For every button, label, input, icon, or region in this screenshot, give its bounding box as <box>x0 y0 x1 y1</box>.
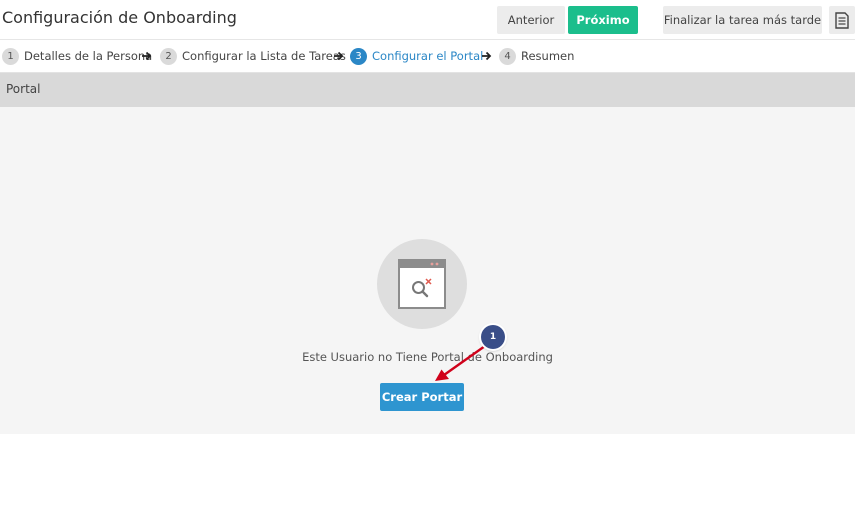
section-header: Portal <box>0 73 855 107</box>
step-number: 2 <box>160 47 177 65</box>
step-number: 3 <box>350 47 367 65</box>
empty-state-illustration <box>377 239 467 329</box>
wizard-steps: 1 Detalles de la Persona 2 Configurar la… <box>0 40 855 73</box>
step-label: Configurar la Lista de Tareas <box>182 49 346 63</box>
step-person-details[interactable]: 1 Detalles de la Persona <box>2 40 152 72</box>
section-title: Portal <box>6 82 41 96</box>
arrow-right-icon <box>142 51 152 61</box>
create-portal-button[interactable]: Crear Portar <box>380 383 464 411</box>
finish-later-button[interactable]: Finalizar la tarea más tarde <box>663 6 822 34</box>
arrow-right-icon <box>482 51 492 61</box>
step-marker-badge: 1 <box>481 325 505 349</box>
next-button[interactable]: Próximo <box>568 6 638 34</box>
previous-button[interactable]: Anterior <box>497 6 565 34</box>
arrow-right-icon <box>334 51 344 61</box>
page-title: Configuración de Onboarding <box>2 8 237 27</box>
step-number: 1 <box>2 47 19 65</box>
step-configure-portal[interactable]: 3 Configurar el Portal <box>347 40 488 72</box>
step-label: Detalles de la Persona <box>24 49 153 63</box>
empty-state-message: Este Usuario no Tiene Portal de Onboardi… <box>302 350 553 364</box>
document-icon[interactable] <box>829 6 855 34</box>
header: Configuración de Onboarding Anterior Pró… <box>0 0 855 40</box>
step-label: Configurar el Portal <box>372 49 484 63</box>
step-number: 4 <box>499 47 516 65</box>
portal-search-icon <box>398 259 446 309</box>
step-summary[interactable]: 4 Resumen <box>499 40 574 72</box>
step-configure-task-list[interactable]: 2 Configurar la Lista de Tareas <box>160 40 346 72</box>
step-label: Resumen <box>521 49 575 63</box>
